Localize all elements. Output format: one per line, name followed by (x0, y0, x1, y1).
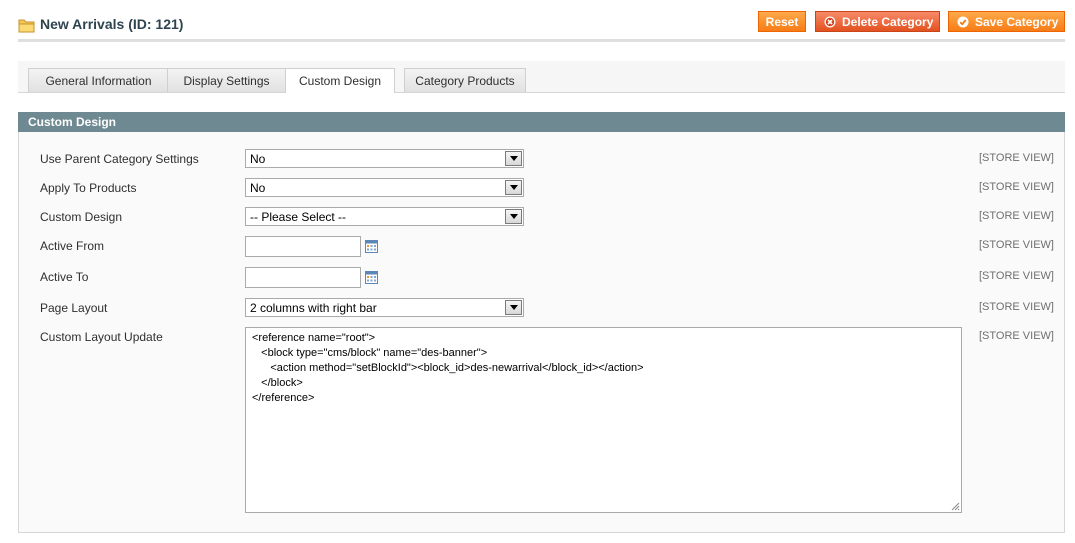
custom-design-select[interactable]: -- Please Select -- (245, 207, 524, 226)
tab-category-products[interactable]: Category Products (404, 68, 526, 92)
tab-label: Custom Design (298, 74, 382, 88)
page-title: New Arrivals (ID: 121) (40, 16, 184, 32)
active-from-label: Active From (40, 239, 105, 253)
dropdown-arrow-icon[interactable] (505, 209, 522, 224)
tab-bar: General Information Display Settings Cus… (18, 61, 1065, 93)
tab-display-settings[interactable]: Display Settings (167, 68, 286, 92)
tab-custom-design[interactable]: Custom Design (285, 68, 395, 93)
delete-category-label: Delete Category (842, 14, 934, 29)
resize-grip-icon[interactable] (950, 501, 960, 511)
custom-design-label: Custom Design (40, 210, 123, 224)
custom-design-value: -- Please Select -- (250, 209, 347, 224)
page-layout-label: Page Layout (40, 301, 108, 315)
store-view-badge: [STORE VIEW] (979, 210, 1054, 222)
store-view-badge: [STORE VIEW] (979, 301, 1054, 313)
dropdown-arrow-icon[interactable] (505, 300, 522, 315)
store-view-badge: [STORE VIEW] (979, 152, 1054, 164)
folder-icon (18, 19, 35, 33)
calendar-icon[interactable] (365, 271, 378, 284)
tab-general-information[interactable]: General Information (28, 68, 169, 92)
layout-update-label: Custom Layout Update (40, 330, 163, 344)
tab-label: General Information (45, 73, 152, 88)
page-header: New Arrivals (ID: 121) Reset Delete Cate… (0, 0, 1075, 44)
calendar-icon[interactable] (365, 240, 378, 253)
tab-label: Category Products (415, 73, 515, 88)
use-parent-select[interactable]: No (245, 149, 524, 168)
delete-icon (824, 16, 836, 27)
store-view-badge: [STORE VIEW] (979, 330, 1054, 342)
tab-label: Display Settings (183, 73, 270, 88)
section-header: Custom Design (18, 112, 1065, 132)
header-divider (18, 39, 1065, 42)
page-layout-select[interactable]: 2 columns with right bar (245, 298, 524, 317)
active-to-input[interactable] (245, 267, 361, 288)
section-title: Custom Design (28, 115, 117, 129)
use-parent-value: No (250, 151, 266, 166)
reset-button-label: Reset (765, 14, 799, 29)
layout-update-textarea[interactable]: <reference name="root"> <block type="cms… (245, 327, 962, 513)
apply-products-select[interactable]: No (245, 178, 524, 197)
store-view-badge: [STORE VIEW] (979, 270, 1054, 282)
active-from-input[interactable] (245, 236, 361, 257)
store-view-badge: [STORE VIEW] (979, 239, 1054, 251)
check-icon (957, 16, 969, 27)
apply-products-value: No (250, 180, 266, 195)
save-category-button[interactable]: Save Category (948, 11, 1065, 32)
apply-products-label: Apply To Products (40, 181, 137, 195)
page-layout-value: 2 columns with right bar (250, 300, 377, 315)
save-category-label: Save Category (975, 14, 1059, 29)
dropdown-arrow-icon[interactable] (505, 180, 522, 195)
store-view-badge: [STORE VIEW] (979, 181, 1054, 193)
use-parent-label: Use Parent Category Settings (40, 152, 199, 166)
dropdown-arrow-icon[interactable] (505, 151, 522, 166)
reset-button[interactable]: Reset (758, 11, 806, 32)
delete-category-button[interactable]: Delete Category (815, 11, 940, 32)
active-to-label: Active To (40, 270, 89, 284)
